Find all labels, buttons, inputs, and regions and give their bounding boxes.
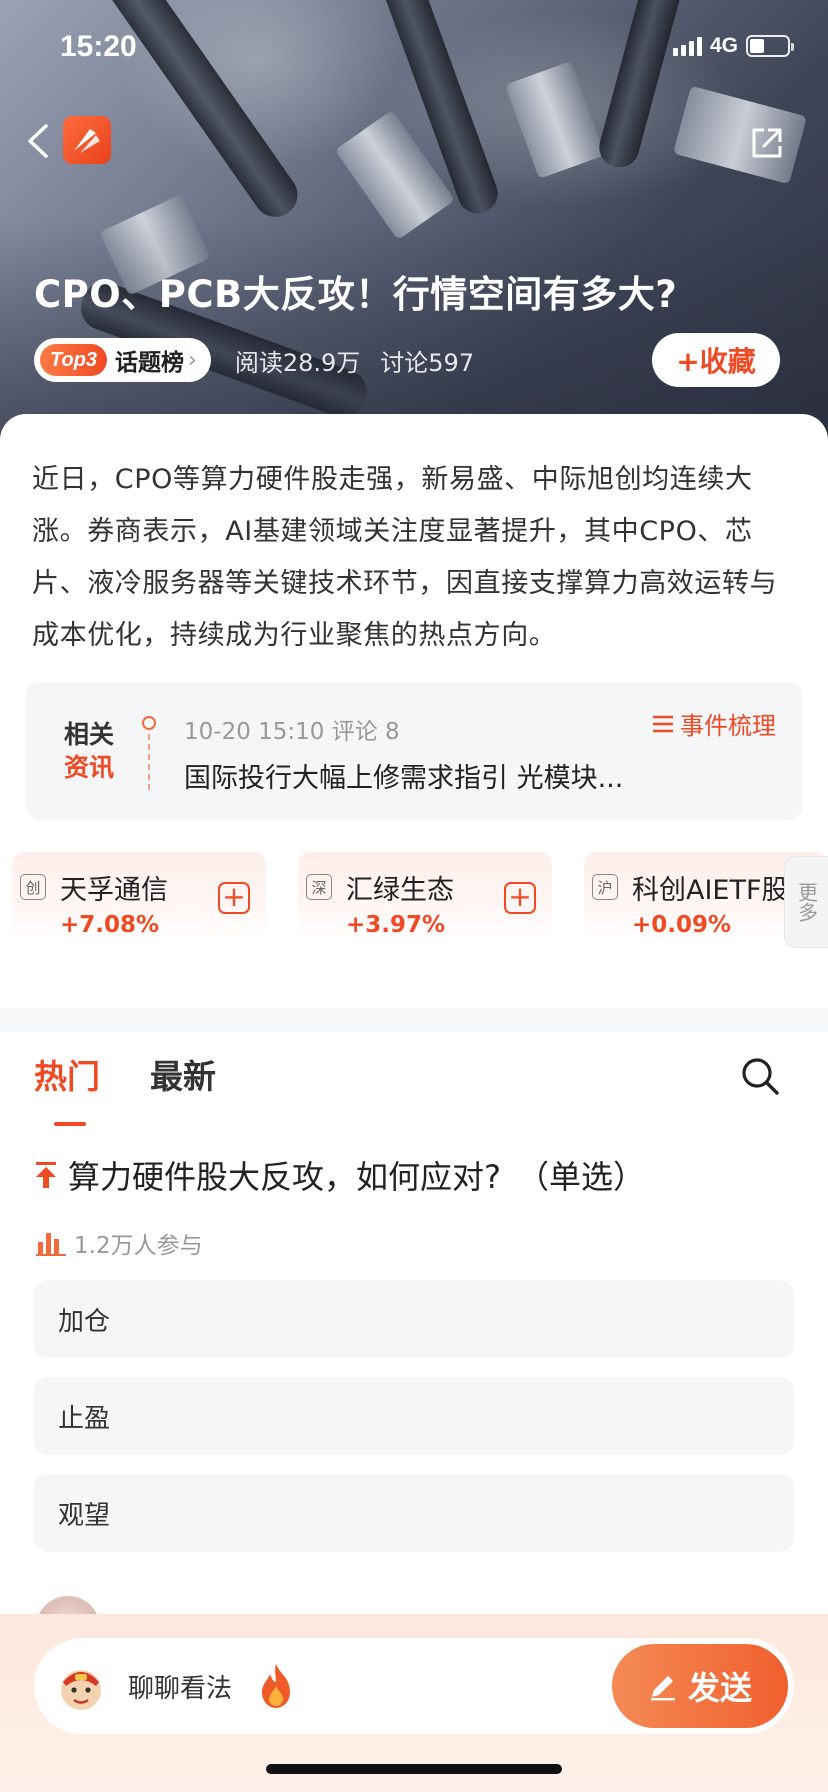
stock-change: +7.08% <box>60 912 160 938</box>
poll-participants: 1.2万人参与 <box>36 1226 203 1260</box>
search-icon <box>742 1058 779 1095</box>
mascot-icon <box>54 1660 108 1714</box>
event-timeline-link[interactable]: 事件梳理 <box>652 706 776 741</box>
news-meta: 10-20 15:10 评论 8 <box>184 719 400 745</box>
section-divider <box>0 1008 828 1032</box>
status-time: 15:20 <box>60 30 137 63</box>
list-icon <box>653 715 673 732</box>
market-badge: 创 <box>20 874 46 900</box>
cable-decoration <box>594 0 686 172</box>
connector-decoration <box>505 61 605 179</box>
poll-option-wait[interactable]: 观望 <box>34 1474 794 1552</box>
add-stock-button[interactable]: + <box>218 882 250 914</box>
battery-icon <box>746 35 794 57</box>
search-button[interactable] <box>740 1056 780 1096</box>
app-logo-icon <box>74 129 100 153</box>
more-stocks-button[interactable]: 更多 <box>784 856 828 948</box>
send-button[interactable]: 发送 <box>612 1644 788 1728</box>
related-news-card[interactable]: 相关 资讯 10-20 15:10 评论 8 国际投行大幅上修需求指引 光模块.… <box>26 682 802 820</box>
stock-card[interactable]: 创 天孚通信 +7.08% + <box>12 852 266 942</box>
stock-change: +0.09% <box>632 912 732 938</box>
status-indicators: 4G <box>672 34 794 58</box>
intro-text: 近日，CPO等算力硬件股走强，新易盛、中际旭创均连续大涨。券商表示，AI基建领域… <box>32 464 778 651</box>
related-news-tag: 相关 资讯 <box>64 718 128 784</box>
intro-card: 近日，CPO等算力硬件股走强，新易盛、中际旭创均连续大涨。券商表示，AI基建领域… <box>0 414 828 664</box>
timeline-dot-icon <box>142 716 156 730</box>
comment-placeholder: 聊聊看法 <box>128 1674 233 1704</box>
poll-option-add[interactable]: 加仓 <box>34 1280 794 1358</box>
stock-change: +3.97% <box>346 912 446 938</box>
timeline-line <box>148 734 150 790</box>
tab-latest[interactable]: 最新 <box>150 1050 216 1120</box>
stock-name: 汇绿生态 <box>346 875 454 906</box>
more-label: 更多 <box>794 882 819 922</box>
send-label: 发送 <box>687 1669 752 1707</box>
signal-icon <box>672 36 702 56</box>
market-badge: 深 <box>306 874 332 900</box>
bar-chart-icon <box>36 1233 66 1256</box>
pencil-icon <box>650 1676 675 1701</box>
tag-line-2: 资讯 <box>64 753 115 782</box>
hero-shade <box>0 220 828 440</box>
favorite-button[interactable]: +收藏 <box>652 333 780 387</box>
rank-badge: Top3 <box>40 344 108 376</box>
participants-count: 1.2万人参与 <box>74 1233 203 1259</box>
fire-icon <box>256 1662 296 1710</box>
poll-option-take-profit[interactable]: 止盈 <box>34 1377 794 1455</box>
news-title[interactable]: 国际投行大幅上修需求指引 光模块... <box>184 756 623 795</box>
poll-question: 算力硬件股大反攻，如何应对? （单选） <box>68 1158 645 1196</box>
home-indicator <box>266 1764 562 1774</box>
discussion-count: 讨论597 <box>380 348 475 377</box>
add-stock-button[interactable]: + <box>504 882 536 914</box>
tag-line-1: 相关 <box>64 720 115 749</box>
rank-pill[interactable]: Top3 话题榜 › <box>34 338 211 382</box>
stock-name: 天孚通信 <box>60 875 168 906</box>
chevron-left-icon <box>28 124 48 158</box>
battery-level <box>750 39 765 53</box>
app-logo[interactable] <box>63 116 111 164</box>
poll-title: 算力硬件股大反攻，如何应对? （单选） <box>34 1152 645 1198</box>
poll-options: 加仓 止盈 观望 <box>34 1280 794 1571</box>
topic-meta: Top3 话题榜 › 阅读28.9万 讨论597 <box>34 338 474 382</box>
network-label: 4G <box>709 34 738 57</box>
related-stocks: 创 天孚通信 +7.08% + 深 汇绿生态 +3.97% + 沪 科创AIET… <box>0 852 828 950</box>
share-icon <box>752 128 782 158</box>
share-button[interactable] <box>746 122 788 164</box>
pin-top-icon <box>36 1162 56 1188</box>
chevron-right-icon: › <box>188 347 197 373</box>
tab-hot[interactable]: 热门 <box>34 1050 100 1126</box>
market-badge: 沪 <box>592 874 618 900</box>
stock-name: 科创AIETF股 <box>632 875 789 906</box>
event-link-label: 事件梳理 <box>680 712 776 740</box>
back-button[interactable] <box>24 116 54 166</box>
feed-tabs: 热门 最新 <box>34 1050 216 1126</box>
rank-label: 话题榜 <box>115 350 185 376</box>
topic-title: CPO、PCB大反攻！行情空间有多大? <box>34 273 678 316</box>
stock-card[interactable]: 深 汇绿生态 +3.97% + <box>298 852 552 942</box>
read-count: 阅读28.9万 <box>234 348 361 377</box>
